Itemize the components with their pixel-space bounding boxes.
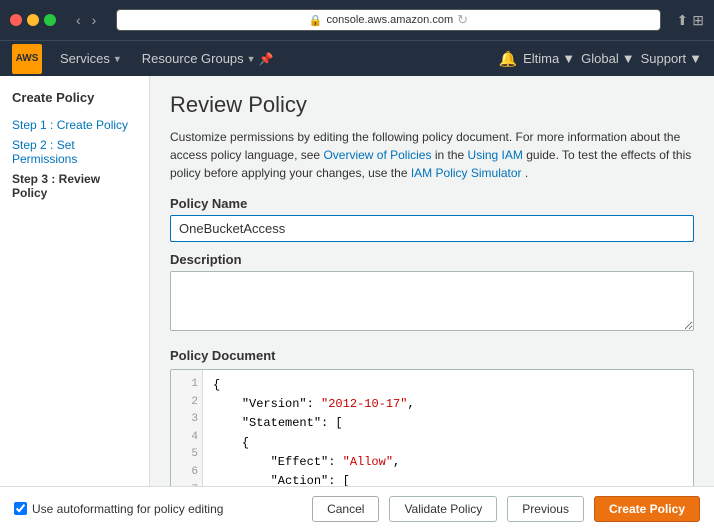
line-num-2: 2 [175,394,198,412]
intro-text-4: . [525,166,528,180]
user-label: Eltima [523,51,559,66]
validate-policy-button[interactable]: Validate Policy [389,496,497,522]
simulator-link[interactable]: IAM Policy Simulator [411,166,522,180]
code-line-3: "Statement": [ [213,414,683,433]
tab-button[interactable]: ⊞ [692,12,704,29]
policy-name-input[interactable] [170,215,694,242]
policy-name-label: Policy Name [170,196,694,211]
share-buttons: ⬆ ⊞ [677,12,704,29]
nav-arrows: ‹ › [72,10,100,30]
user-caret: ▼ [562,51,575,66]
resource-groups-label: Resource Groups [142,51,244,66]
policy-doc-label: Policy Document [170,348,694,363]
aws-logo-text: AWS [16,53,39,64]
pushpin-icon: 📌 [259,52,274,66]
overview-link[interactable]: Overview of Policies [323,148,431,162]
minimize-button[interactable] [27,14,39,26]
url-text: console.aws.amazon.com [327,14,454,26]
description-textarea[interactable] [170,271,694,331]
code-line-1: { [213,376,683,395]
line-num-5: 5 [175,446,198,464]
close-button[interactable] [10,14,22,26]
user-menu[interactable]: Eltima ▼ [523,51,575,66]
create-policy-button[interactable]: Create Policy [594,496,700,522]
refresh-button[interactable]: ↻ [457,12,468,28]
back-button[interactable]: ‹ [72,10,85,30]
intro-paragraph: Customize permissions by editing the fol… [170,128,694,182]
line-num-6: 6 [175,464,198,482]
services-caret: ▼ [113,54,122,64]
services-menu[interactable]: Services ▼ [50,45,132,72]
code-line-4: { [213,434,683,453]
region-label: Global [581,51,619,66]
resource-groups-menu[interactable]: Resource Groups ▼ 📌 [132,45,284,72]
aws-nav-right: 🔔 Eltima ▼ Global ▼ Support ▼ [498,50,702,68]
content-area: Review Policy Customize permissions by e… [150,76,714,530]
description-label: Description [170,252,694,267]
line-num-3: 3 [175,411,198,429]
autoformat-checkbox[interactable] [14,502,27,515]
aws-navbar: AWS Services ▼ Resource Groups ▼ 📌 🔔 Elt… [0,40,714,76]
iam-guide-link[interactable]: Using IAM [468,148,523,162]
line-num-1: 1 [175,376,198,394]
previous-button[interactable]: Previous [507,496,584,522]
share-button[interactable]: ⬆ [677,12,689,29]
page-title: Review Policy [170,92,694,118]
sidebar-step-3: Step 3 : Review Policy [12,169,137,203]
support-caret: ▼ [689,51,702,66]
lock-icon: 🔒 [309,14,323,27]
code-line-2: "Version": "2012-10-17", [213,395,683,414]
support-label: Support [641,51,687,66]
browser-chrome: ‹ › 🔒 console.aws.amazon.com ↻ ⬆ ⊞ [0,0,714,40]
sidebar-step-2[interactable]: Step 2 : Set Permissions [12,135,137,169]
support-menu[interactable]: Support ▼ [641,51,702,66]
traffic-lights [10,14,56,26]
resource-groups-caret: ▼ [247,54,256,64]
autoformat-text: Use autoformatting for policy editing [32,502,223,516]
code-line-5: "Effect": "Allow", [213,453,683,472]
cancel-button[interactable]: Cancel [312,496,379,522]
services-label: Services [60,51,110,66]
autoformat-label: Use autoformatting for policy editing [14,502,302,516]
main-layout: Create Policy Step 1 : Create Policy Ste… [0,76,714,530]
bottom-bar: Use autoformatting for policy editing Ca… [0,486,714,530]
maximize-button[interactable] [44,14,56,26]
region-caret: ▼ [622,51,635,66]
notifications-icon[interactable]: 🔔 [498,50,517,68]
sidebar: Create Policy Step 1 : Create Policy Ste… [0,76,150,530]
intro-text-2: in the [435,148,468,162]
step3-label: Step 3 : Review Policy [12,172,100,200]
sidebar-step-1[interactable]: Step 1 : Create Policy [12,115,137,135]
line-num-4: 4 [175,429,198,447]
region-menu[interactable]: Global ▼ [581,51,634,66]
forward-button[interactable]: › [88,10,101,30]
step2-link[interactable]: Step 2 : Set Permissions [12,138,77,166]
aws-logo[interactable]: AWS [12,44,42,74]
step1-link[interactable]: Step 1 : Create Policy [12,118,128,132]
address-bar[interactable]: 🔒 console.aws.amazon.com ↻ [116,9,660,31]
sidebar-title: Create Policy [12,90,137,105]
